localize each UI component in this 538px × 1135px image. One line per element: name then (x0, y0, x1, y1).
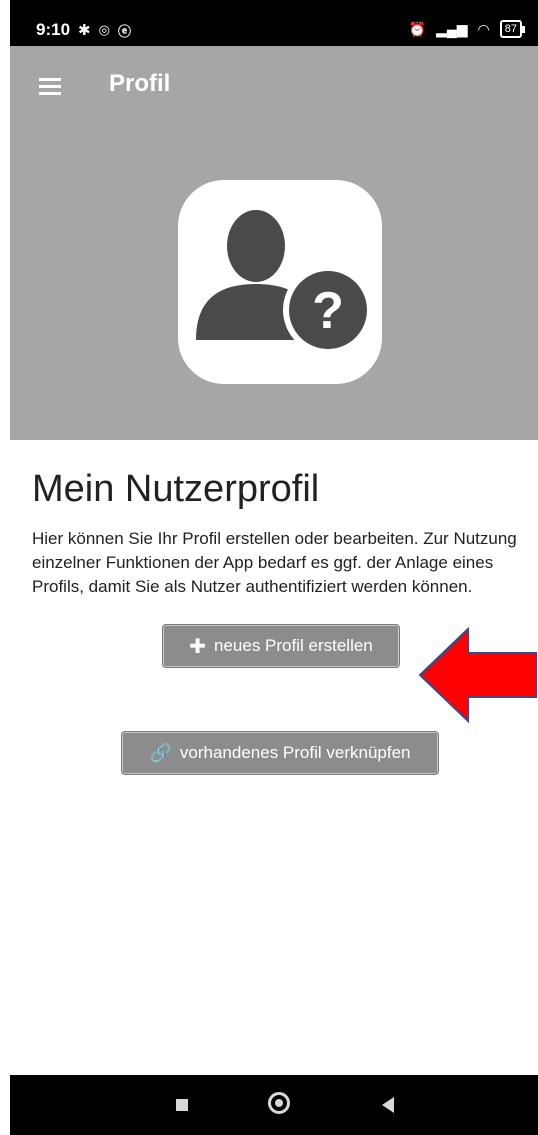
profile-description: Hier können Sie Ihr Profil erstellen ode… (32, 529, 517, 596)
status-left: 9:10 ✱ ◎ ⓔ (36, 20, 131, 40)
menu-icon[interactable] (39, 78, 61, 95)
status-time: 9:10 (36, 20, 71, 39)
new-profile-button[interactable]: ✚ neues Profil erstellen (162, 624, 400, 668)
profile-heading: Mein Nutzerprofil (32, 468, 320, 510)
home-icon[interactable] (268, 1092, 290, 1114)
bluetooth-icon: ✱ (78, 22, 91, 39)
svg-text:?: ? (312, 282, 344, 340)
notification-icon: ⓔ (117, 23, 131, 39)
app-header: Profil ? (10, 46, 538, 440)
watch-icon: ◎ (98, 22, 110, 37)
signal-icon: ▂▄▆ (436, 20, 468, 37)
status-right: ⏰ ▂▄▆ ◠ 87 (408, 20, 526, 38)
page-title: Profil (109, 70, 171, 97)
main-content: Mein Nutzerprofil Hier können Sie Ihr Pr… (32, 468, 522, 599)
profile-avatar: ? (178, 180, 382, 384)
link-profile-label: vorhandenes Profil verknüpfen (179, 743, 411, 762)
status-bar: 9:10 ✱ ◎ ⓔ ⏰ ▂▄▆ ◠ 87 (10, 0, 538, 46)
new-profile-label: neues Profil erstellen (214, 636, 373, 655)
battery-icon: 87 (499, 20, 526, 38)
unknown-user-icon: ? (196, 210, 373, 355)
back-icon[interactable] (382, 1097, 394, 1113)
plus-icon: ✚ (189, 635, 206, 658)
link-icon: 🔗 (149, 742, 172, 763)
recent-apps-icon[interactable] (176, 1099, 188, 1111)
alarm-icon: ⏰ (408, 20, 427, 37)
link-profile-button[interactable]: 🔗 vorhandenes Profil verknüpfen (121, 731, 439, 775)
red-arrow-annotation (418, 627, 537, 723)
system-nav-bar (10, 1075, 538, 1135)
wifi-icon: ◠ (477, 20, 490, 37)
